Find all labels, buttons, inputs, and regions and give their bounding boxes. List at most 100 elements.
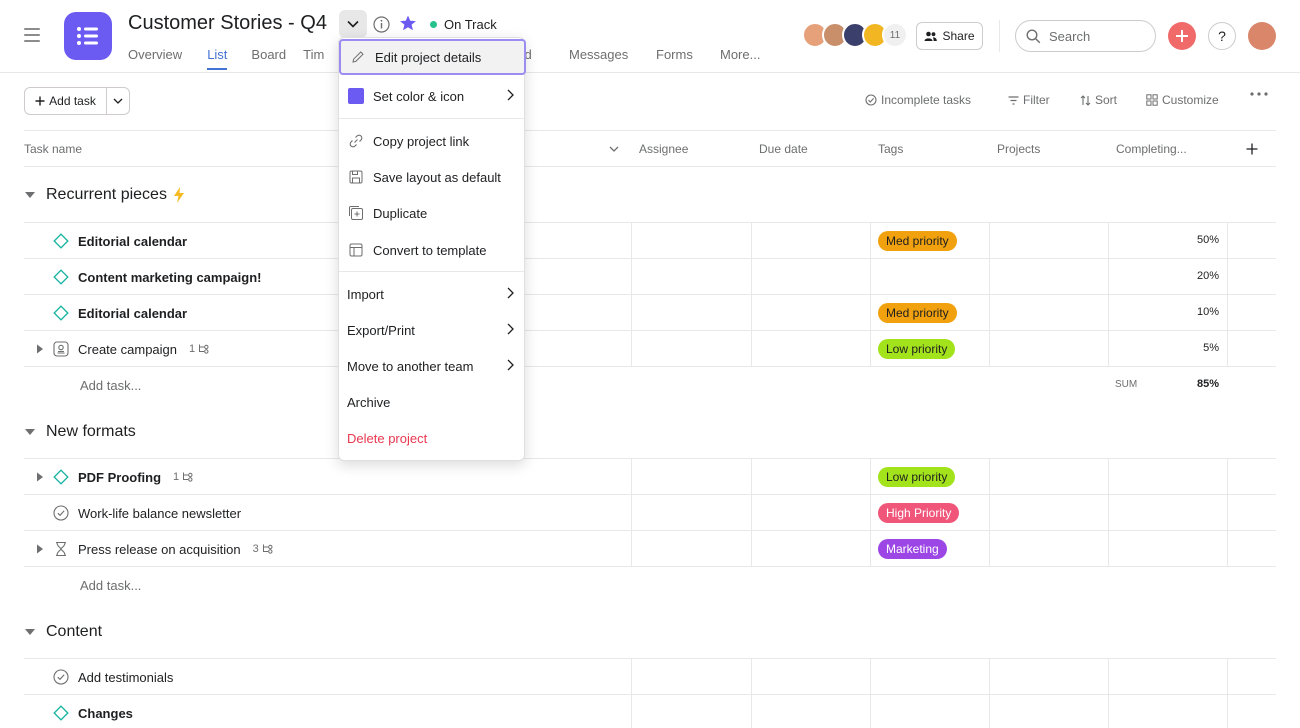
menu-item-copy-link[interactable]: Copy project link bbox=[339, 123, 524, 159]
create-button[interactable] bbox=[1168, 22, 1196, 50]
help-button[interactable]: ? bbox=[1208, 22, 1236, 50]
menu-item-delete-project[interactable]: Delete project bbox=[339, 420, 524, 456]
table-row[interactable]: Changes bbox=[24, 694, 1276, 728]
milestone-icon[interactable] bbox=[53, 305, 69, 321]
check-circle-icon[interactable] bbox=[53, 505, 69, 521]
subtask-count[interactable]: 1 bbox=[173, 471, 194, 483]
tab-forms[interactable]: Forms bbox=[656, 47, 693, 70]
add-task-link[interactable]: Add task... bbox=[80, 378, 141, 393]
menu-item-duplicate[interactable]: Duplicate bbox=[339, 195, 524, 231]
more-options-icon[interactable] bbox=[1250, 92, 1268, 96]
caret-down-icon[interactable] bbox=[24, 191, 36, 199]
subtask-count-value: 1 bbox=[189, 343, 196, 355]
table-row[interactable]: Editorial calendar Med priority 10% bbox=[24, 294, 1276, 330]
member-count: 11 bbox=[882, 22, 908, 48]
menu-item-import[interactable]: Import bbox=[339, 276, 524, 312]
table-row[interactable]: PDF Proofing 1 Low priority bbox=[24, 458, 1276, 494]
milestone-icon[interactable] bbox=[53, 705, 69, 721]
add-task-row[interactable]: Add task... bbox=[24, 566, 1276, 602]
menu-item-edit-project[interactable]: Edit project details bbox=[339, 39, 526, 75]
add-task-row[interactable]: Add task... SUM 85% bbox=[24, 366, 1276, 402]
column-tags[interactable]: Tags bbox=[870, 130, 989, 167]
table-row[interactable]: Create campaign 1 Low priority 5% bbox=[24, 330, 1276, 366]
hourglass-icon[interactable] bbox=[53, 541, 69, 557]
tag-badge[interactable]: Marketing bbox=[878, 539, 947, 559]
menu-item-convert-template[interactable]: Convert to template bbox=[339, 232, 524, 268]
section-header[interactable]: New formats bbox=[24, 423, 136, 441]
chevron-down-icon[interactable] bbox=[609, 146, 619, 152]
task-name: Press release on acquisition bbox=[78, 541, 241, 557]
tag-badge[interactable]: Med priority bbox=[878, 231, 957, 251]
share-button[interactable]: Share bbox=[916, 22, 983, 50]
sort-button[interactable]: Sort bbox=[1080, 93, 1117, 107]
add-task-button[interactable]: Add task bbox=[25, 88, 107, 114]
project-menu-button[interactable] bbox=[339, 10, 367, 38]
tag-badge[interactable]: High Priority bbox=[878, 503, 960, 523]
tab-list[interactable]: List bbox=[207, 47, 228, 70]
tag-badge[interactable]: Low priority bbox=[878, 339, 956, 359]
column-projects[interactable]: Projects bbox=[989, 130, 1108, 167]
table-row[interactable]: Content marketing campaign! 20% bbox=[24, 258, 1276, 294]
project-status[interactable]: On Track bbox=[430, 17, 497, 32]
user-avatar[interactable] bbox=[1248, 22, 1276, 50]
caret-down-icon[interactable] bbox=[24, 628, 36, 636]
caret-right-icon[interactable] bbox=[36, 344, 44, 354]
search-input[interactable] bbox=[1049, 28, 1139, 44]
filter-button[interactable]: Filter bbox=[1008, 93, 1050, 107]
add-column-button[interactable] bbox=[1227, 130, 1276, 167]
approval-icon[interactable] bbox=[53, 341, 69, 357]
milestone-icon[interactable] bbox=[53, 269, 69, 285]
caret-right-icon[interactable] bbox=[36, 472, 44, 482]
table-row[interactable]: Add testimonials bbox=[24, 658, 1276, 694]
column-task-name[interactable]: Task name bbox=[24, 130, 631, 167]
sidebar-toggle-icon[interactable] bbox=[24, 28, 40, 42]
caret-down-icon[interactable] bbox=[24, 428, 36, 436]
task-name: Changes bbox=[78, 705, 133, 721]
column-due-date[interactable]: Due date bbox=[751, 130, 870, 167]
tab-timeline[interactable]: Tim bbox=[303, 47, 324, 70]
menu-item-export-print[interactable]: Export/Print bbox=[339, 312, 524, 348]
tag-badge[interactable]: Low priority bbox=[878, 467, 956, 487]
tab-board[interactable]: Board bbox=[251, 47, 286, 70]
menu-item-label: Edit project details bbox=[375, 49, 482, 65]
task-name: Work-life balance newsletter bbox=[78, 505, 242, 521]
menu-item-archive[interactable]: Archive bbox=[339, 384, 524, 420]
tab-messages[interactable]: Messages bbox=[569, 47, 628, 70]
add-task-dropdown[interactable] bbox=[107, 88, 129, 114]
customize-button[interactable]: Customize bbox=[1146, 93, 1219, 107]
info-icon[interactable] bbox=[373, 16, 390, 36]
table-row[interactable]: Editorial calendar Med priority 50% bbox=[24, 222, 1276, 258]
caret-right-icon[interactable] bbox=[36, 544, 44, 554]
table-row[interactable]: Work-life balance newsletter High Priori… bbox=[24, 494, 1276, 530]
milestone-icon[interactable] bbox=[53, 469, 69, 485]
tag-badge[interactable]: Med priority bbox=[878, 303, 957, 323]
tab-overview[interactable]: Overview bbox=[128, 47, 182, 70]
menu-item-save-layout[interactable]: Save layout as default bbox=[339, 159, 524, 195]
add-task-link[interactable]: Add task... bbox=[80, 578, 141, 593]
column-completing[interactable]: Completing... bbox=[1108, 130, 1227, 167]
project-actions-menu: Edit project details Set color & icon Co… bbox=[338, 37, 526, 461]
subtask-count[interactable]: 1 bbox=[189, 343, 210, 355]
plus-icon bbox=[1246, 143, 1257, 154]
menu-item-label: Convert to template bbox=[373, 242, 487, 258]
menu-item-label: Delete project bbox=[347, 430, 428, 446]
check-circle-icon[interactable] bbox=[53, 669, 69, 685]
menu-item-set-color[interactable]: Set color & icon bbox=[339, 78, 524, 114]
member-avatars[interactable]: 11 bbox=[802, 22, 908, 48]
incomplete-tasks-filter[interactable]: Incomplete tasks bbox=[865, 93, 971, 107]
tab-more[interactable]: More... bbox=[720, 47, 760, 70]
completion-value: 5% bbox=[1203, 342, 1219, 354]
menu-item-move-team[interactable]: Move to another team bbox=[339, 348, 524, 384]
star-icon[interactable] bbox=[399, 14, 417, 35]
column-assignee[interactable]: Assignee bbox=[631, 130, 751, 167]
section-header[interactable]: Content bbox=[24, 623, 102, 641]
plus-icon bbox=[35, 96, 45, 106]
subtask-count[interactable]: 3 bbox=[253, 543, 274, 555]
milestone-icon[interactable] bbox=[53, 233, 69, 249]
section-header[interactable]: Recurrent pieces bbox=[24, 186, 185, 204]
table-row[interactable]: Press release on acquisition 3 Marketing bbox=[24, 530, 1276, 566]
search-box[interactable] bbox=[1015, 20, 1156, 52]
header-divider bbox=[0, 72, 1300, 73]
chevron-right-icon bbox=[507, 287, 514, 299]
menu-item-label: Archive bbox=[347, 394, 391, 410]
